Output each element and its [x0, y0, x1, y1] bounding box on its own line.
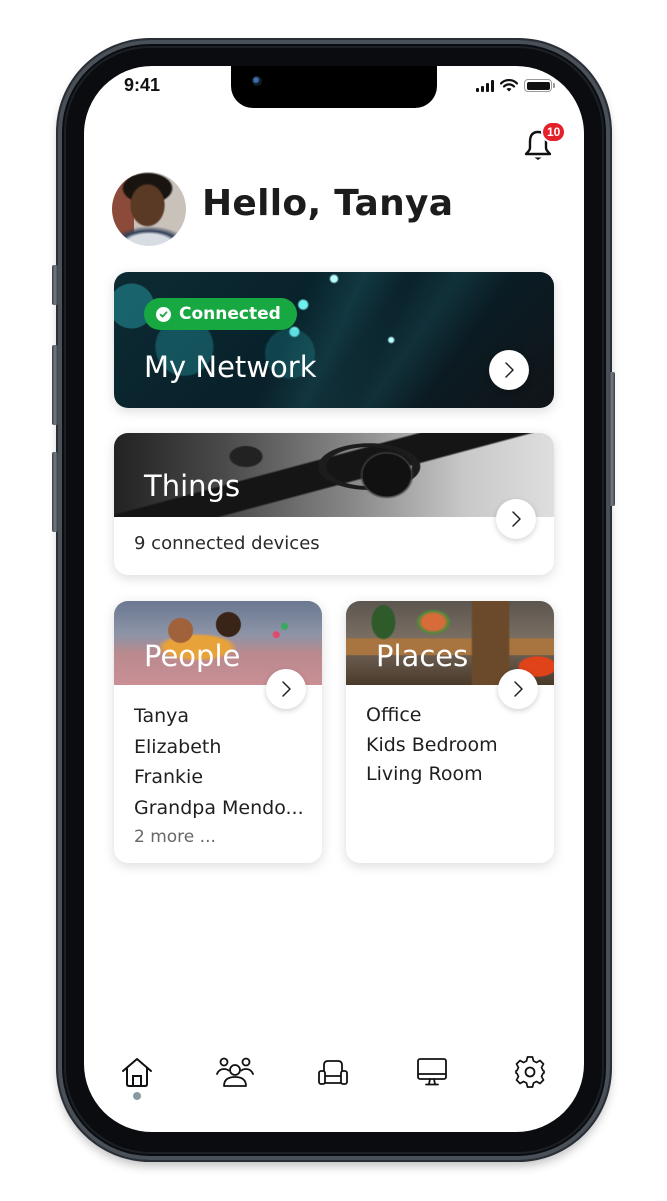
tab-people[interactable]: [213, 1050, 257, 1094]
status-time: 9:41: [124, 75, 161, 95]
people-more-link[interactable]: 2 more ...: [134, 823, 304, 851]
volume-down-button: [52, 452, 58, 532]
people-group-icon: [216, 1057, 254, 1087]
places-card[interactable]: Places Office Kids Bedroom Living Room: [346, 601, 554, 863]
tab-home[interactable]: [115, 1050, 159, 1094]
silent-switch: [52, 265, 58, 305]
greeting-title: Hello, Tanya: [202, 183, 454, 224]
place-item[interactable]: Living Room: [366, 760, 498, 790]
person-item[interactable]: Frankie: [134, 762, 304, 793]
volume-up-button: [52, 345, 58, 425]
people-card-title: People: [144, 639, 241, 673]
gear-icon: [515, 1056, 545, 1088]
wifi-icon: [500, 79, 518, 92]
network-card-title: My Network: [144, 350, 317, 384]
chevron-right-icon: [512, 511, 521, 527]
place-item[interactable]: Office: [366, 701, 498, 731]
place-item[interactable]: Kids Bedroom: [366, 731, 498, 761]
active-tab-indicator: [133, 1092, 141, 1100]
places-open-button[interactable]: [498, 669, 538, 709]
notification-badge: 10: [541, 121, 567, 143]
chevron-right-icon: [514, 681, 523, 697]
people-card[interactable]: People Tanya Elizabeth Frankie Grandpa M…: [114, 601, 322, 863]
people-list: Tanya Elizabeth Frankie Grandpa Mendo...…: [134, 701, 304, 851]
places-card-title: Places: [376, 639, 469, 673]
network-open-button[interactable]: [489, 350, 529, 390]
monitor-icon: [417, 1058, 447, 1086]
things-card[interactable]: Things 9 connected devices: [114, 433, 554, 575]
battery-icon: [524, 79, 555, 92]
connection-status-badge: Connected: [144, 298, 297, 330]
tab-settings[interactable]: [508, 1050, 552, 1094]
notch: [231, 66, 437, 108]
bottom-tab-bar: [84, 1050, 584, 1110]
my-network-card[interactable]: Connected My Network: [114, 272, 554, 408]
front-camera: [252, 76, 262, 86]
connection-status-label: Connected: [179, 304, 281, 324]
app-screen: 9:41 10 Hello, Tanya Connected My Networ…: [84, 66, 584, 1132]
tab-places[interactable]: [311, 1050, 355, 1094]
avatar[interactable]: [112, 172, 186, 246]
power-button: [609, 372, 615, 506]
tab-things[interactable]: [410, 1050, 454, 1094]
person-item[interactable]: Elizabeth: [134, 732, 304, 763]
person-item[interactable]: Grandpa Mendo...: [134, 793, 304, 824]
things-card-title: Things: [144, 469, 241, 503]
status-icons: [476, 79, 555, 92]
home-icon: [122, 1058, 152, 1087]
armchair-icon: [318, 1060, 348, 1085]
chevron-right-icon: [282, 681, 291, 697]
things-device-count: 9 connected devices: [134, 533, 320, 554]
things-open-button[interactable]: [496, 499, 536, 539]
check-circle-icon: [156, 306, 171, 322]
chevron-right-icon: [505, 362, 514, 378]
cellular-signal-icon: [476, 79, 494, 92]
places-list: Office Kids Bedroom Living Room: [366, 701, 498, 790]
person-item[interactable]: Tanya: [134, 701, 304, 732]
